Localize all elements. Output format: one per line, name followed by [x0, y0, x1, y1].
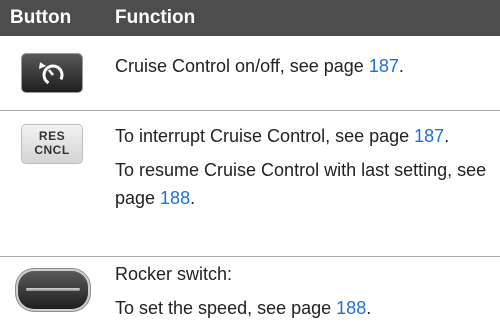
cruise-control-button-table: Button Function Cruise Control on/off, s…: [0, 0, 500, 330]
function-text: Rocker switch:: [115, 264, 233, 284]
cruise-control-icon: [22, 54, 82, 92]
res-cncl-icon: RES CNCL: [22, 125, 82, 163]
table-row: Cruise Control on/off, see page 187.: [0, 36, 500, 110]
res-label: RES: [38, 129, 66, 143]
rocker-switch-icon: [16, 269, 90, 311]
page-link[interactable]: 187: [369, 56, 399, 76]
page-link[interactable]: 187: [414, 126, 444, 146]
function-cell: Rocker switch: To set the speed, see pag…: [115, 260, 490, 322]
table-row: RES CNCL To interrupt Cruise Control, se…: [0, 110, 500, 257]
function-text: To set the speed, see page 188.: [115, 298, 372, 318]
function-text: To resume Cruise Control with last setti…: [115, 160, 487, 208]
page-link[interactable]: 188: [336, 298, 366, 318]
table-row: Rocker switch: To set the speed, see pag…: [0, 256, 500, 331]
table-header: Button Function: [0, 0, 500, 36]
function-text: Cruise Control on/off, see page 187.: [115, 56, 404, 76]
function-text: To interrupt Cruise Control, see page 18…: [115, 126, 450, 146]
function-cell: To interrupt Cruise Control, see page 18…: [115, 122, 490, 212]
function-cell: Cruise Control on/off, see page 187.: [115, 52, 490, 80]
page-link[interactable]: 188: [160, 188, 190, 208]
cncl-label: CNCL: [34, 143, 70, 157]
header-button: Button: [10, 7, 72, 28]
header-function: Function: [115, 7, 196, 28]
